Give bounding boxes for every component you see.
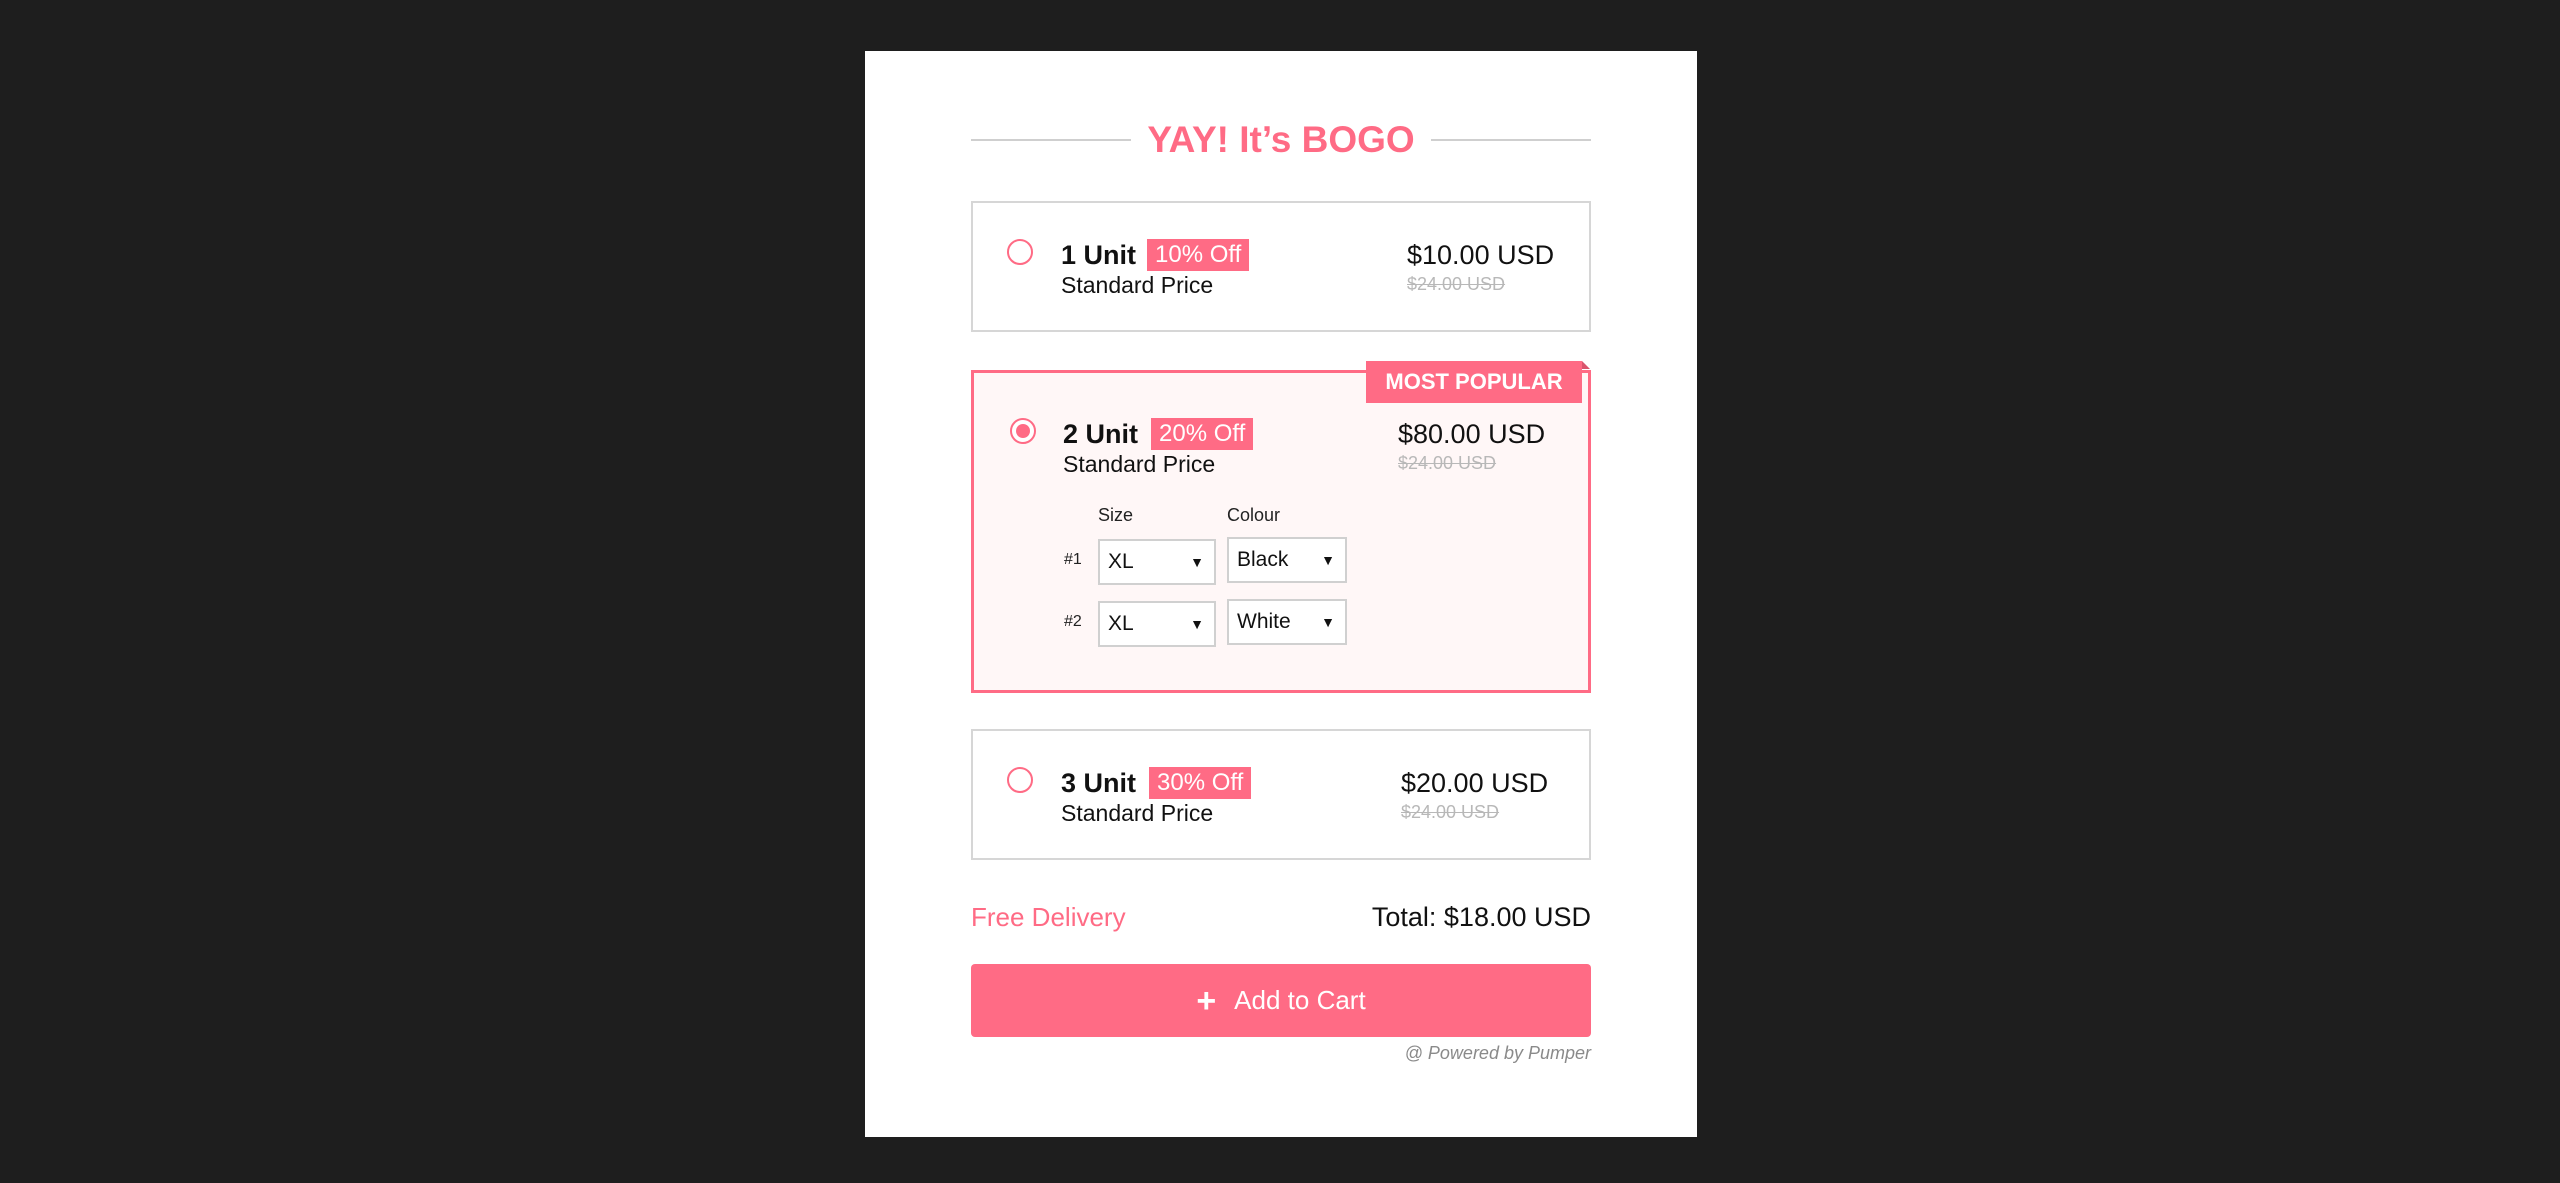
colour-select-value: Black: [1237, 548, 1289, 571]
option-subtitle: Standard Price: [1061, 272, 1214, 298]
dropdown-caret-icon: ▼: [1321, 614, 1335, 630]
discount-badge: 30% Off: [1149, 767, 1252, 799]
option-subtitle: Standard Price: [1063, 451, 1216, 477]
free-delivery-label: Free Delivery: [971, 902, 1126, 932]
title-row: YAY! It’s BOGO: [971, 115, 1591, 165]
size-select-value: XL: [1108, 612, 1134, 635]
bundle-option-2-unit[interactable]: MOST POPULAR 2 Unit 20% Off Standard Pri…: [971, 361, 1591, 693]
option-compare-price: $24.00 USD: [1398, 453, 1497, 473]
option-units-label: 3 Unit: [1061, 768, 1137, 798]
bundle-option-1-unit[interactable]: 1 Unit 10% Off Standard Price $10.00 USD…: [971, 201, 1591, 332]
bundle-widget-card: YAY! It’s BOGO 1 Unit 10% Off Standard P…: [865, 51, 1697, 1137]
size-select-2[interactable]: XL ▼: [1098, 601, 1216, 647]
variant-row-label: #1: [1064, 551, 1082, 568]
total-price: Total: $18.00 USD: [1371, 902, 1591, 932]
radio-3-unit[interactable]: [1007, 767, 1033, 793]
option-price: $80.00 USD: [1398, 419, 1546, 449]
option-price: $20.00 USD: [1401, 768, 1549, 798]
size-select-1[interactable]: XL ▼: [1098, 539, 1216, 585]
option-subtitle: Standard Price: [1061, 800, 1214, 826]
option-price: $10.00 USD: [1407, 240, 1555, 270]
page-title: YAY! It’s BOGO: [1147, 119, 1415, 160]
plus-icon: +: [1196, 981, 1217, 1020]
option-compare-price: $24.00 USD: [1407, 274, 1506, 294]
colour-select-2[interactable]: White ▼: [1227, 599, 1347, 645]
size-select-value: XL: [1108, 550, 1134, 573]
summary-row: Free Delivery Total: $18.00 USD: [971, 896, 1591, 936]
add-to-cart-label: Add to Cart: [1234, 985, 1366, 1015]
title-divider-left: [971, 139, 1132, 141]
radio-2-unit[interactable]: [1010, 418, 1036, 444]
colour-column-label: Colour: [1227, 505, 1281, 525]
size-column-label: Size: [1098, 505, 1134, 525]
dropdown-caret-icon: ▼: [1321, 552, 1335, 568]
colour-select-1[interactable]: Black ▼: [1227, 537, 1347, 583]
bundle-option-3-unit[interactable]: 3 Unit 30% Off Standard Price $20.00 USD…: [971, 729, 1591, 860]
dropdown-caret-icon: ▼: [1190, 616, 1204, 632]
discount-badge: 10% Off: [1147, 239, 1250, 271]
variant-row-label: #2: [1064, 613, 1082, 630]
powered-by-link[interactable]: @ Powered by Pumper: [1405, 1043, 1591, 1064]
most-popular-badge: MOST POPULAR: [1366, 361, 1590, 403]
option-compare-price: $24.00 USD: [1401, 802, 1500, 822]
option-units-label: 2 Unit: [1063, 419, 1139, 449]
title-divider-right: [1430, 139, 1591, 141]
option-units-label: 1 Unit: [1061, 240, 1137, 270]
dropdown-caret-icon: ▼: [1190, 554, 1204, 570]
discount-badge: 20% Off: [1151, 418, 1254, 450]
colour-select-value: White: [1237, 610, 1291, 633]
add-to-cart-button[interactable]: + Add to Cart: [971, 964, 1591, 1037]
radio-1-unit[interactable]: [1007, 239, 1033, 265]
